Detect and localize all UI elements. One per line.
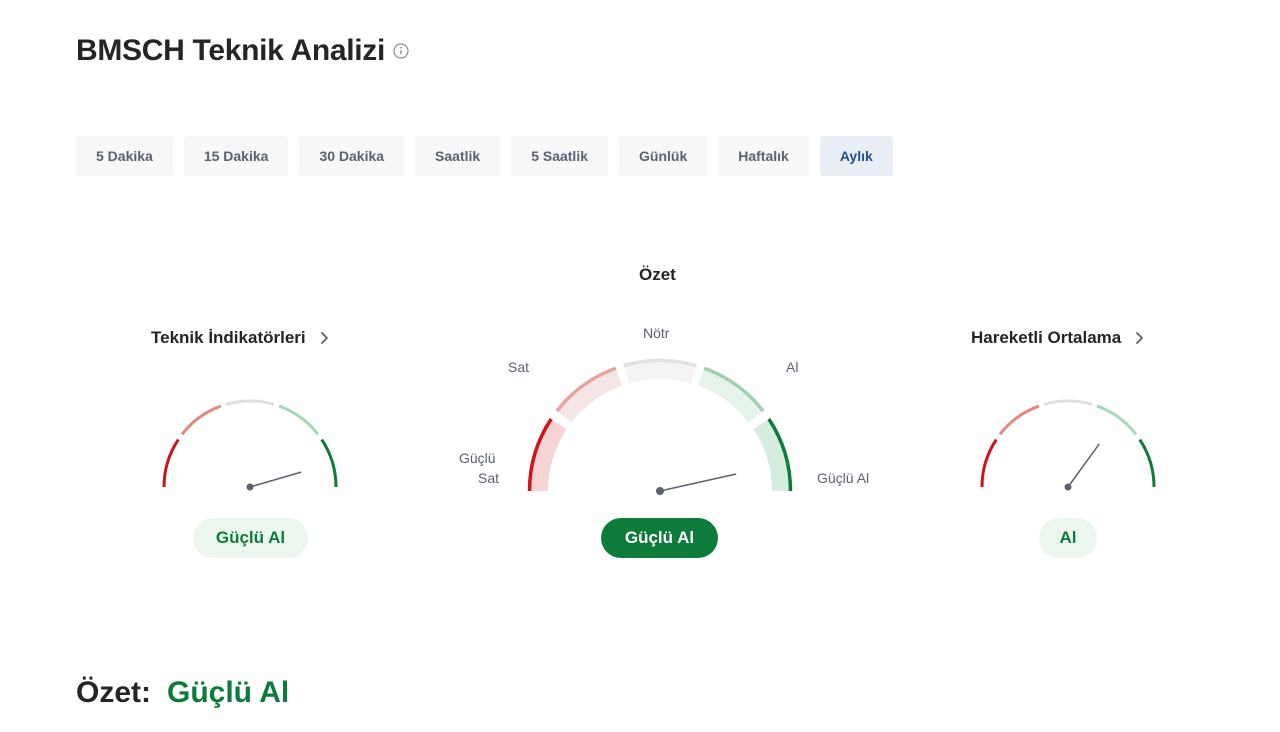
moving-averages-result-badge: Al: [1039, 518, 1097, 558]
chevron-right-icon: [320, 331, 330, 345]
gauge-label-neutral: Nötr: [643, 325, 670, 341]
gauge-needle: [659, 473, 737, 492]
gauge-segment-strong-buy: [1138, 438, 1156, 488]
gauge-needle: [249, 471, 302, 488]
summary-gauge-title: Özet: [639, 265, 676, 284]
summary-label: Özet:: [76, 676, 151, 709]
summary-gauge: [527, 358, 793, 495]
gauge-segment-strong-sell: [980, 438, 998, 488]
summary-result-badge: Güçlü Al: [601, 518, 718, 558]
chevron-right-icon: [1135, 331, 1145, 345]
gauge-segment-buy: [278, 404, 320, 436]
gauge-band-buy: [697, 366, 765, 423]
gauge-segment-sell: [180, 404, 222, 436]
gauge-hub: [656, 487, 664, 495]
summary-value: Güçlü Al: [167, 676, 290, 709]
technical-indicators-gauge: [162, 399, 338, 491]
moving-averages-title: Hareketli Ortalama: [971, 328, 1122, 347]
gauge-label-strong-sell-line1: Güçlü: [459, 450, 496, 466]
gauge-band-sell: [555, 366, 623, 423]
gauge-label-strong-sell-line2: Sat: [478, 470, 500, 486]
technical-indicators-title: Teknik İndikatörleri: [151, 328, 306, 347]
gauge-segment-strong-buy: [320, 438, 338, 488]
gauge-segment-strong-sell: [162, 438, 180, 488]
technical-indicators-result-badge: Güçlü Al: [193, 518, 308, 558]
gauge-segment-neutral: [225, 399, 275, 406]
gauge-needle: [1067, 443, 1100, 488]
gauge-label-strong-buy: Güçlü Al: [817, 470, 870, 486]
moving-averages-link[interactable]: Hareketli Ortalama: [971, 328, 1145, 348]
gauge-segment-sell: [998, 404, 1040, 436]
gauge-section: Teknik İndikatörleri Güçlü Al Özet Nötr …: [0, 0, 1280, 732]
gauge-arcs: [527, 358, 793, 492]
gauge-hub: [1064, 483, 1072, 491]
moving-averages-gauge: [980, 399, 1156, 491]
technical-indicators-link[interactable]: Teknik İndikatörleri: [151, 328, 330, 348]
summary-line: Özet: Güçlü Al: [76, 676, 289, 710]
gauge-segment-neutral: [1043, 399, 1093, 406]
gauge-arcs: [980, 399, 1156, 488]
gauge-segment-buy: [1096, 404, 1138, 436]
gauge-hub: [246, 483, 254, 491]
gauge-arcs: [162, 399, 338, 488]
